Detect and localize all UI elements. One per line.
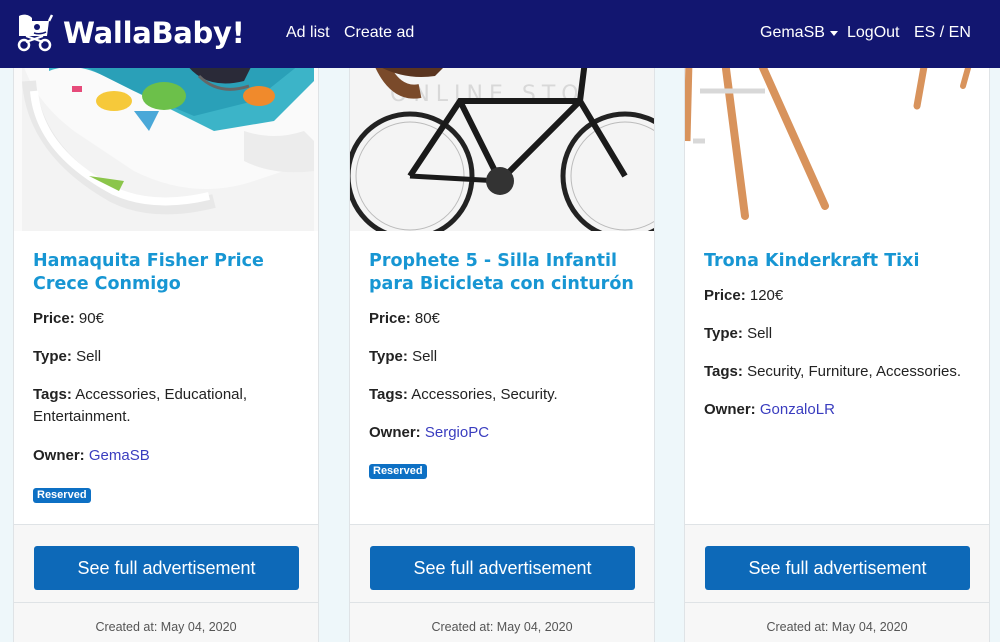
owner-link[interactable]: SergioPC [425, 424, 489, 441]
price-value: 120€ [749, 287, 784, 304]
created-date: Created at: May 04, 2020 [766, 620, 908, 634]
see-full-ad-button[interactable]: See full advertisement [370, 546, 635, 590]
baby-stroller-icon [17, 14, 54, 52]
ad-title-link[interactable]: Trona Kinderkraft Tixi [704, 250, 974, 273]
see-full-ad-button[interactable]: See full advertisement [705, 546, 970, 590]
tags-label: Tags: [369, 386, 408, 403]
type-label: Type: [33, 348, 72, 365]
price-field: Price: 90€ [33, 308, 308, 330]
see-full-ad-button[interactable]: See full advertisement [34, 546, 299, 590]
type-field: Type: Sell [704, 323, 979, 345]
owner-field: Owner: GonzaloLR [704, 399, 979, 421]
created-date: Created at: May 04, 2020 [431, 620, 573, 634]
card-footer: Created at: May 04, 2020 [350, 602, 654, 642]
tags-value: Security, Furniture, Accessories. [747, 363, 962, 380]
type-field: Type: Sell [369, 346, 644, 368]
owner-field: Owner: SergioPC [369, 422, 644, 444]
price-label: Price: [369, 310, 411, 327]
tags-value: Accessories, Security. [411, 386, 558, 403]
card-footer: Created at: May 04, 2020 [685, 602, 989, 642]
reserved-badge: Reserved [369, 464, 427, 479]
price-field: Price: 120€ [704, 285, 979, 307]
user-dropdown[interactable]: GemaSB [760, 24, 838, 42]
ad-card: ONLINE STO Prophete 5 - Silla Infantil p… [349, 0, 655, 642]
card-action-area: See full advertisement [685, 524, 989, 602]
nav-ad-list-link[interactable]: Ad list [286, 24, 330, 42]
tags-field: Tags: Accessories, Educational, Entertai… [33, 384, 308, 428]
price-field: Price: 80€ [369, 308, 644, 330]
owner-field: Owner: GemaSB [33, 445, 308, 467]
language-switch[interactable]: ES / EN [914, 24, 971, 42]
user-name: GemaSB [760, 24, 825, 41]
tags-field: Tags: Security, Furniture, Accessories. [704, 361, 989, 383]
reserved-badge: Reserved [33, 488, 91, 503]
ad-card: Trona Kinderkraft Tixi Price: 120€ Type:… [684, 0, 990, 642]
created-date: Created at: May 04, 2020 [95, 620, 237, 634]
price-value: 80€ [414, 310, 440, 327]
owner-link[interactable]: GonzaloLR [760, 401, 835, 418]
price-value: 90€ [78, 310, 104, 327]
ad-title-link[interactable]: Prophete 5 - Silla Infantil para Bicicle… [369, 250, 639, 296]
ad-title-link[interactable]: Hamaquita Fisher Price Crece Conmigo [33, 250, 303, 296]
logout-link[interactable]: LogOut [847, 24, 899, 42]
owner-label: Owner: [704, 401, 756, 418]
card-footer: Created at: May 04, 2020 [14, 602, 318, 642]
type-value: Sell [76, 348, 102, 365]
price-label: Price: [33, 310, 75, 327]
type-label: Type: [704, 325, 743, 342]
top-navbar: WallaBaby! Ad list Create ad GemaSB LogO… [0, 0, 1000, 68]
brand-name: WallaBaby! [63, 16, 245, 50]
owner-label: Owner: [369, 424, 421, 441]
tags-field: Tags: Accessories, Security. [369, 384, 644, 406]
type-label: Type: [369, 348, 408, 365]
tags-label: Tags: [704, 363, 743, 380]
tags-label: Tags: [33, 386, 72, 403]
type-value: Sell [747, 325, 773, 342]
price-label: Price: [704, 287, 746, 304]
nav-create-ad-link[interactable]: Create ad [344, 24, 414, 42]
owner-link[interactable]: GemaSB [89, 447, 150, 464]
type-field: Type: Sell [33, 346, 308, 368]
card-action-area: See full advertisement [14, 524, 318, 602]
brand-link[interactable]: WallaBaby! [16, 12, 245, 54]
owner-label: Owner: [33, 447, 85, 464]
caret-down-icon [829, 31, 838, 36]
card-action-area: See full advertisement [350, 524, 654, 602]
ad-card: Hamaquita Fisher Price Crece Conmigo Pri… [13, 0, 319, 642]
type-value: Sell [412, 348, 438, 365]
